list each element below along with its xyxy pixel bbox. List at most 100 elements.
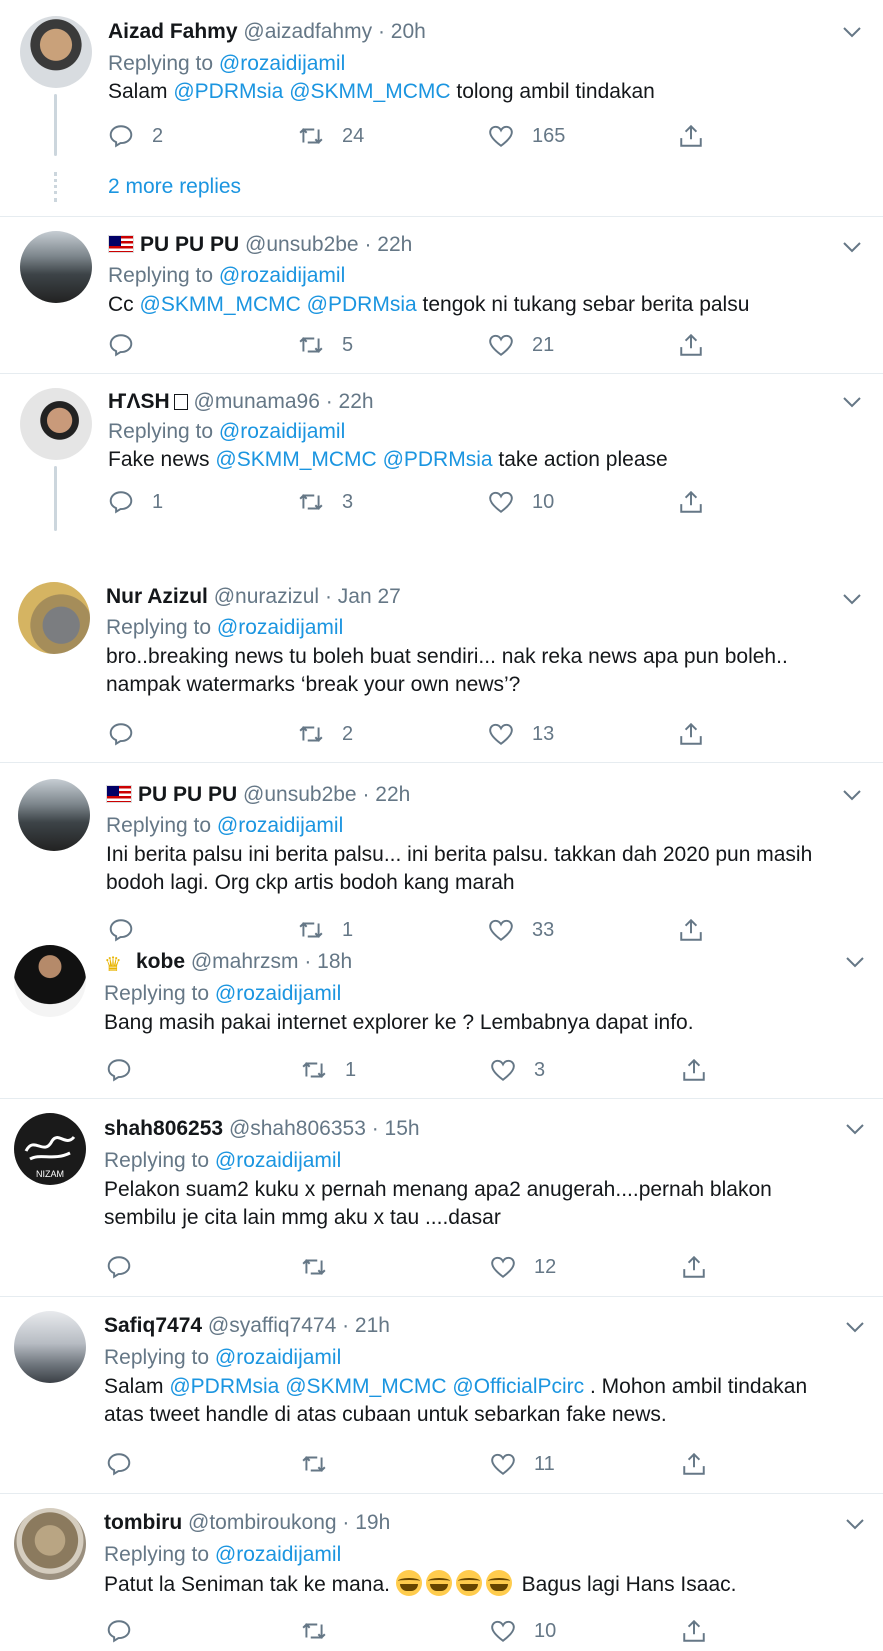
tweet-aizad[interactable]: Aizad Fahmy @aizadfahmy · 20h Replying t…	[0, 0, 883, 216]
tweet-shah[interactable]: NIZAM shah806253 @shah806353 · 15h Reply…	[0, 1099, 883, 1297]
user-handle[interactable]: @aizadfahmy	[243, 20, 372, 43]
tweet-kobe[interactable]: ♛ kobe @mahrzsm · 18h Replying to @rozaid…	[0, 945, 883, 1099]
mention-link[interactable]: @OfficialPcirc	[452, 1375, 584, 1398]
chevron-down-icon[interactable]	[840, 20, 864, 44]
mention-link[interactable]: @PDRMsia	[169, 1375, 279, 1398]
like-button[interactable]: 13	[488, 719, 554, 749]
display-name[interactable]: shah806253	[104, 1117, 223, 1140]
retweet-button[interactable]: 5	[298, 330, 353, 360]
retweet-button[interactable]: 1	[301, 1055, 356, 1085]
timestamp[interactable]: · Jan 27	[325, 585, 401, 608]
user-handle[interactable]: @unsub2be	[245, 233, 359, 256]
display-name[interactable]: ҤΛSH	[108, 390, 170, 413]
timestamp[interactable]: · 22h	[364, 233, 412, 256]
like-button[interactable]: 10	[490, 1616, 556, 1646]
avatar[interactable]	[14, 1508, 86, 1580]
retweet-button[interactable]	[301, 1449, 345, 1479]
avatar[interactable]	[14, 1311, 86, 1383]
timestamp[interactable]: · 20h	[378, 20, 426, 43]
avatar[interactable]	[20, 231, 92, 303]
user-handle[interactable]: @syaffiq7474	[208, 1314, 336, 1337]
timestamp[interactable]: · 18h	[304, 950, 352, 973]
tweet-safiq[interactable]: Safiq7474 @syaffiq7474 · 21h Replying to…	[0, 1297, 883, 1494]
mention-link[interactable]: @PDRMsia	[307, 293, 417, 316]
share-button[interactable]	[678, 487, 704, 517]
reply-button[interactable]	[108, 915, 152, 945]
share-button[interactable]	[678, 915, 704, 945]
tweet-tombiru[interactable]: tombiru @tombiroukong · 19h Replying to …	[0, 1494, 883, 1651]
share-button[interactable]	[678, 121, 704, 151]
timestamp[interactable]: · 21h	[342, 1314, 390, 1337]
chevron-down-icon[interactable]	[840, 587, 864, 611]
share-button[interactable]	[681, 1252, 707, 1282]
more-replies-link[interactable]: 2 more replies	[108, 175, 241, 199]
reply-button[interactable]	[106, 1252, 150, 1282]
reply-to-link[interactable]: @rozaidijamil	[217, 814, 343, 837]
tweet-pupupu-1[interactable]: PU PU PU @unsub2be · 22h Replying to @ro…	[0, 216, 883, 374]
reply-button[interactable]	[106, 1055, 150, 1085]
reply-to-link[interactable]: @rozaidijamil	[215, 982, 341, 1005]
user-handle[interactable]: @mahrzsm	[191, 950, 299, 973]
like-button[interactable]: 33	[488, 915, 554, 945]
reply-button[interactable]: 2	[108, 121, 163, 151]
reply-to-link[interactable]: @rozaidijamil	[215, 1149, 341, 1172]
like-button[interactable]: 165	[488, 121, 565, 151]
reply-button[interactable]: 1	[108, 487, 163, 517]
like-button[interactable]: 12	[490, 1252, 556, 1282]
chevron-down-icon[interactable]	[843, 950, 867, 974]
avatar[interactable]	[20, 16, 92, 88]
reply-to-link[interactable]: @rozaidijamil	[215, 1543, 341, 1566]
retweet-button[interactable]: 24	[298, 121, 364, 151]
user-handle[interactable]: @tombiroukong	[188, 1511, 337, 1534]
reply-to-link[interactable]: @rozaidijamil	[217, 616, 343, 639]
mention-link[interactable]: @SKMM_MCMC	[215, 448, 376, 471]
tweet-nurazizul[interactable]: Nur Azizul @nurazizul · Jan 27 Replying …	[0, 537, 883, 763]
reply-to-link[interactable]: @rozaidijamil	[215, 1346, 341, 1369]
retweet-button[interactable]: 3	[298, 487, 353, 517]
reply-button[interactable]	[108, 719, 152, 749]
display-name[interactable]: Safiq7474	[104, 1314, 202, 1337]
user-handle[interactable]: @unsub2be	[243, 783, 357, 806]
retweet-button[interactable]: 1	[298, 915, 353, 945]
mention-link[interactable]: @SKMM_MCMC	[289, 80, 450, 103]
mention-link[interactable]: @SKMM_MCMC	[140, 293, 301, 316]
reply-button[interactable]	[106, 1616, 150, 1646]
mention-link[interactable]: @SKMM_MCMC	[285, 1375, 446, 1398]
user-handle[interactable]: @shah806353	[229, 1117, 366, 1140]
avatar[interactable]	[18, 582, 90, 654]
retweet-button[interactable]: 2	[298, 719, 353, 749]
display-name[interactable]: tombiru	[104, 1511, 182, 1534]
share-button[interactable]	[681, 1449, 707, 1479]
avatar[interactable]	[20, 388, 92, 460]
avatar[interactable]	[18, 779, 90, 851]
display-name[interactable]: kobe	[136, 950, 185, 973]
display-name[interactable]: PU PU PU	[138, 783, 237, 806]
avatar[interactable]: NIZAM	[14, 1113, 86, 1185]
timestamp[interactable]: · 22h	[326, 390, 374, 413]
reply-button[interactable]	[106, 1449, 150, 1479]
tweet-hash[interactable]: ҤΛSH @munama96 · 22h Replying to @rozaid…	[0, 374, 883, 537]
retweet-button[interactable]	[301, 1252, 345, 1282]
mention-link[interactable]: @PDRMsia	[383, 448, 493, 471]
avatar[interactable]	[14, 945, 86, 1017]
reply-to-link[interactable]: @rozaidijamil	[219, 420, 345, 443]
timestamp[interactable]: · 15h	[372, 1117, 420, 1140]
display-name[interactable]: Aizad Fahmy	[108, 20, 238, 43]
share-button[interactable]	[678, 719, 704, 749]
reply-button[interactable]	[108, 330, 152, 360]
chevron-down-icon[interactable]	[840, 235, 864, 259]
like-button[interactable]: 3	[490, 1055, 545, 1085]
display-name[interactable]: Nur Azizul	[106, 585, 208, 608]
share-button[interactable]	[678, 330, 704, 360]
like-button[interactable]: 21	[488, 330, 554, 360]
user-handle[interactable]: @munama96	[194, 390, 320, 413]
like-button[interactable]: 10	[488, 487, 554, 517]
tweet-pupupu-2[interactable]: PU PU PU @unsub2be · 22h Replying to @ro…	[0, 763, 883, 945]
user-handle[interactable]: @nurazizul	[214, 585, 319, 608]
share-button[interactable]	[681, 1055, 707, 1085]
timestamp[interactable]: · 19h	[342, 1511, 390, 1534]
chevron-down-icon[interactable]	[843, 1117, 867, 1141]
display-name[interactable]: PU PU PU	[140, 233, 239, 256]
mention-link[interactable]: @PDRMsia	[173, 80, 283, 103]
chevron-down-icon[interactable]	[840, 390, 864, 414]
